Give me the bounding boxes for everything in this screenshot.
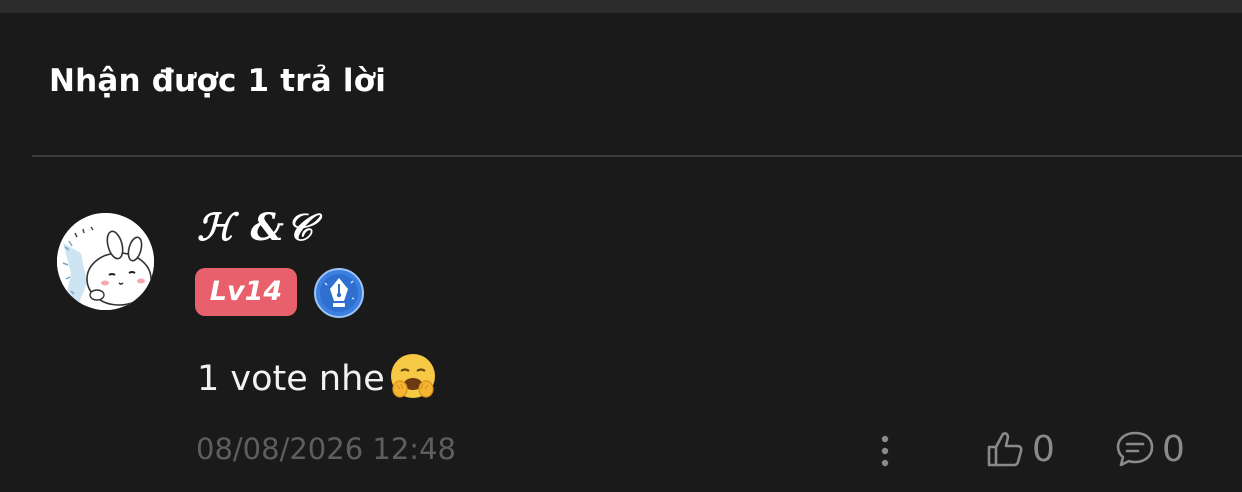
- reply-count: 0: [1162, 428, 1185, 470]
- comment-text: 1 vote nhe: [197, 359, 385, 399]
- thumbs-up-icon: [987, 432, 1023, 467]
- comment-content: 1 vote nhe: [197, 354, 439, 403]
- user-avatar[interactable]: [57, 213, 154, 310]
- timestamp: 08/08/2026 12:48: [196, 432, 456, 466]
- more-options-icon[interactable]: [872, 432, 898, 472]
- like-count: 0: [1032, 428, 1055, 470]
- comment-bubble-icon: [1116, 431, 1154, 467]
- like-button[interactable]: 0: [984, 428, 1055, 470]
- reply-button[interactable]: 0: [1114, 428, 1185, 470]
- top-strip: [0, 0, 1242, 13]
- bunny-avatar-icon: [57, 213, 154, 310]
- divider: [32, 155, 1242, 157]
- hugging-face-emoji-icon: [390, 354, 435, 398]
- replies-heading: Nhận được 1 trả lời: [49, 63, 387, 99]
- username[interactable]: ℋ &𝒞: [197, 205, 315, 250]
- level-badge: Lv14: [195, 268, 297, 316]
- pen-nib-icon: [314, 268, 364, 318]
